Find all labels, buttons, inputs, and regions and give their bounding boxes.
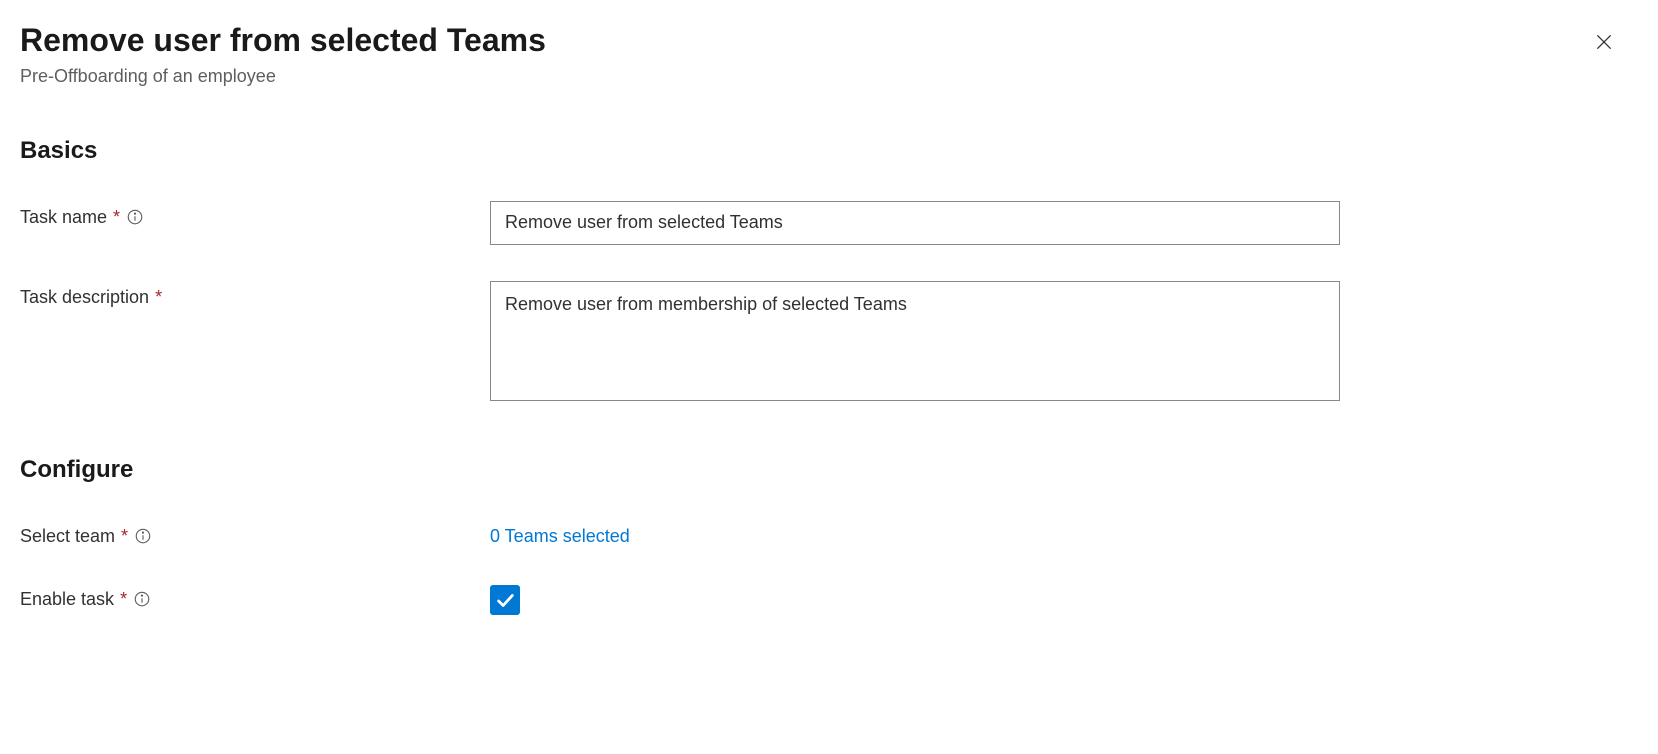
task-description-input[interactable] (490, 281, 1340, 401)
required-mark: * (121, 526, 128, 547)
section-basics: Basics (20, 137, 1638, 165)
required-mark: * (113, 207, 120, 228)
close-icon (1594, 32, 1614, 52)
select-team-label-col: Select team * (20, 520, 490, 547)
enable-task-row: Enable task * (20, 583, 1638, 615)
teams-selected-link[interactable]: 0 Teams selected (490, 520, 630, 547)
select-team-control: 0 Teams selected (490, 520, 1340, 547)
task-name-label-col: Task name * (20, 201, 490, 228)
task-description-label-col: Task description * (20, 281, 490, 308)
enable-task-label-col: Enable task * (20, 583, 490, 610)
task-description-label: Task description (20, 287, 149, 308)
info-icon[interactable] (133, 590, 151, 608)
task-panel: Remove user from selected Teams Pre-Offb… (20, 20, 1638, 615)
enable-task-label: Enable task (20, 589, 114, 610)
task-name-label: Task name (20, 207, 107, 228)
task-name-row: Task name * (20, 201, 1638, 245)
task-name-input[interactable] (490, 201, 1340, 245)
task-description-control (490, 281, 1340, 406)
enable-task-checkbox[interactable] (490, 585, 520, 615)
select-team-row: Select team * 0 Teams selected (20, 520, 1638, 547)
check-icon (494, 589, 516, 611)
panel-subtitle: Pre-Offboarding of an employee (20, 66, 1638, 87)
required-mark: * (120, 589, 127, 610)
section-configure: Configure (20, 456, 1638, 484)
info-icon[interactable] (134, 527, 152, 545)
enable-task-control (490, 583, 1340, 615)
task-name-control (490, 201, 1340, 245)
close-button[interactable] (1590, 28, 1618, 56)
task-description-row: Task description * (20, 281, 1638, 406)
panel-title: Remove user from selected Teams (20, 20, 1638, 62)
required-mark: * (155, 287, 162, 308)
info-icon[interactable] (126, 208, 144, 226)
select-team-label: Select team (20, 526, 115, 547)
